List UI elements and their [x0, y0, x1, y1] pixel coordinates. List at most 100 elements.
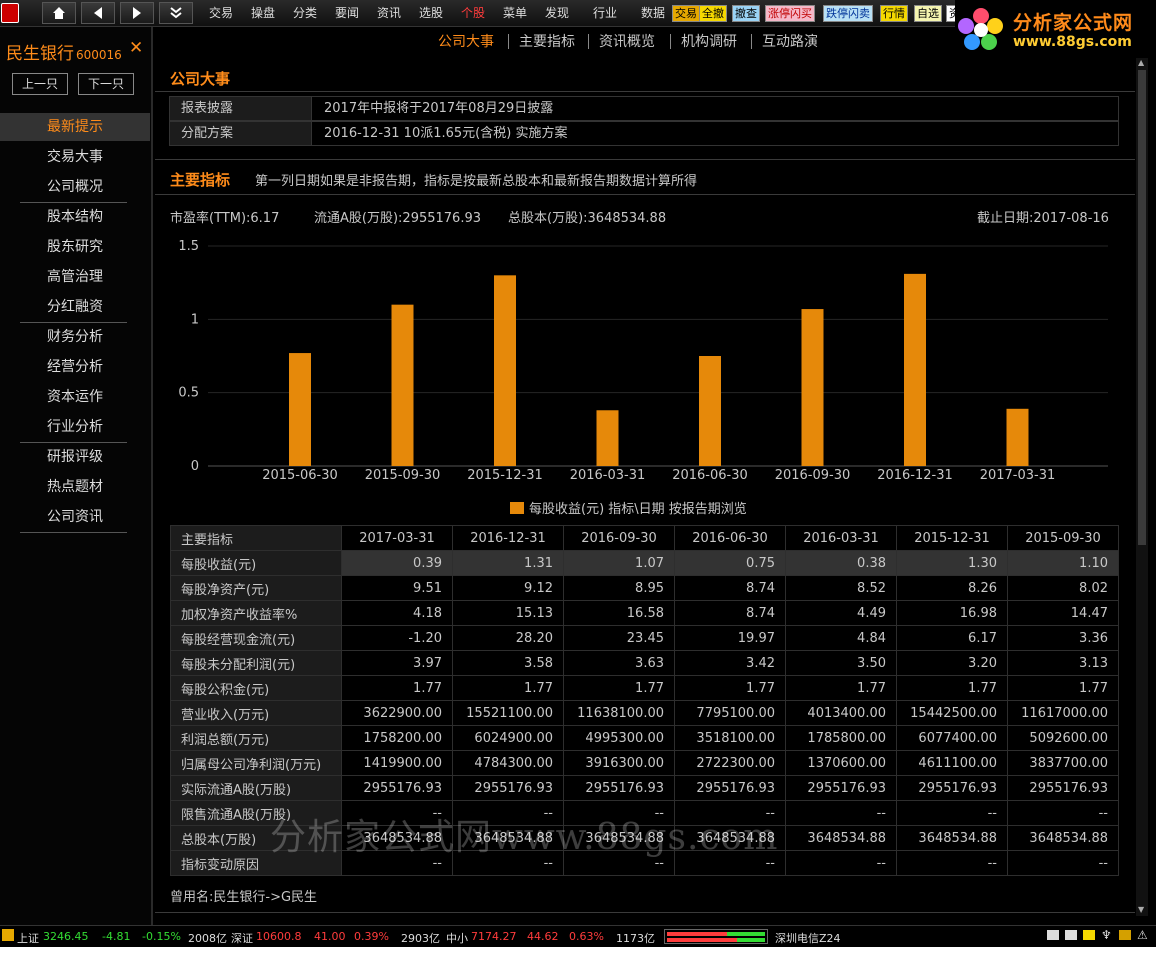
server-name[interactable]: 深圳电信Z24: [775, 930, 841, 946]
lock-icon[interactable]: [1119, 930, 1131, 940]
notes-icon[interactable]: [1047, 930, 1059, 940]
table-column-header[interactable]: 2016-06-30: [674, 525, 786, 551]
top-menu-item[interactable]: 个股: [461, 0, 485, 27]
left-nav-item[interactable]: 股本结构: [0, 203, 150, 231]
home-button[interactable]: [42, 2, 76, 24]
event-row: 报表披露 2017年中报将于2017年08月29日披露: [169, 96, 1119, 121]
left-nav-item[interactable]: 最新提示: [0, 113, 150, 141]
left-nav-item[interactable]: 公司概况: [0, 173, 150, 201]
prev-stock-button[interactable]: 上一只: [12, 73, 68, 95]
table-cell: 1.31: [452, 550, 564, 576]
left-nav-item[interactable]: 分红融资: [0, 293, 150, 321]
chart-bar[interactable]: [596, 410, 619, 466]
tab-separator: [670, 34, 671, 49]
document-icon[interactable]: [1065, 930, 1077, 940]
back-button[interactable]: [81, 2, 115, 24]
table-column-header[interactable]: 2016-12-31: [452, 525, 564, 551]
row-label: 归属母公司净利润(万元): [170, 750, 342, 776]
vertical-scrollbar[interactable]: ▲ ▼: [1136, 56, 1148, 916]
chart-bar[interactable]: [391, 304, 414, 466]
top-menu-item[interactable]: 资讯: [377, 0, 401, 27]
table-cell: --: [896, 850, 1008, 876]
tab-item[interactable]: 主要指标: [519, 31, 575, 51]
top-menu-item[interactable]: 数据: [641, 0, 665, 27]
next-stock-button[interactable]: 下一只: [78, 73, 134, 95]
market-flag-icon[interactable]: [2, 929, 14, 941]
antenna-icon[interactable]: ♆: [1101, 928, 1112, 942]
quick-action-button[interactable]: 全撤: [699, 5, 727, 22]
left-nav-item[interactable]: 热点题材: [0, 473, 150, 501]
table-row[interactable]: 实际流通A股(万股) 2955176.93 2955176.93 2955176.93…: [170, 775, 1119, 801]
left-nav-item[interactable]: 研报评级: [0, 443, 150, 471]
quick-action-button[interactable]: 涨停闪买: [765, 5, 815, 22]
scroll-thumb[interactable]: [1138, 70, 1146, 545]
left-nav-item[interactable]: 财务分析: [0, 323, 150, 351]
left-nav-item[interactable]: 经营分析: [0, 353, 150, 381]
row-label: 利润总额(万元): [170, 725, 342, 751]
chart-bar[interactable]: [699, 356, 721, 466]
table-column-header[interactable]: 2017-03-31: [341, 525, 453, 551]
top-menu-item[interactable]: 行业: [593, 0, 617, 27]
table-row[interactable]: 每股净资产(元) 9.51 9.12 8.95 8.74 8.52 8.26 8.02: [170, 575, 1119, 601]
table-column-header[interactable]: 2016-03-31: [785, 525, 897, 551]
table-row[interactable]: 每股未分配利润(元) 3.97 3.58 3.63 3.42 3.50 3.20 3.13: [170, 650, 1119, 676]
left-nav-item[interactable]: 行业分析: [0, 413, 150, 441]
expand-down-button[interactable]: [159, 2, 193, 24]
center-watermark: 分析家公式网www.88gs.com: [270, 817, 779, 858]
table-row[interactable]: 每股公积金(元) 1.77 1.77 1.77 1.77 1.77 1.77 1.77: [170, 675, 1119, 701]
top-menu-item[interactable]: 菜单: [503, 0, 527, 27]
left-nav-separator: [20, 532, 127, 533]
top-menu-item[interactable]: 发现: [545, 0, 569, 27]
table-row[interactable]: 利润总额(万元) 1758200.00 6024900.00 4995300.00 35…: [170, 725, 1119, 751]
quick-action-button[interactable]: 撤查: [732, 5, 760, 22]
left-nav-item[interactable]: 高管治理: [0, 263, 150, 291]
forward-button[interactable]: [120, 2, 154, 24]
tab-item[interactable]: 资讯概览: [599, 31, 655, 51]
table-column-header[interactable]: 2015-12-31: [896, 525, 1008, 551]
chart-legend[interactable]: 每股收益(元) 指标\日期 按报告期浏览: [510, 498, 747, 517]
left-nav-item[interactable]: 股东研究: [0, 233, 150, 261]
tab-item[interactable]: 公司大事: [438, 31, 494, 51]
tab-item[interactable]: 互动路演: [762, 31, 818, 51]
zx-name[interactable]: 中小: [446, 930, 468, 946]
chart-bar[interactable]: [494, 275, 516, 466]
top-menu-item[interactable]: 选股: [419, 0, 443, 27]
event-value: 2016-12-31 10派1.65元(含税) 实施方案: [324, 126, 568, 141]
left-nav-item[interactable]: 资本运作: [0, 383, 150, 411]
app-logo-icon[interactable]: [1, 3, 19, 23]
left-nav-item[interactable]: 公司资讯: [0, 503, 150, 531]
chart-bar[interactable]: [801, 309, 824, 466]
sh-name[interactable]: 上证: [17, 930, 39, 946]
scroll-down-icon[interactable]: ▼: [1138, 905, 1144, 914]
table-cell: 3.97: [341, 650, 453, 676]
chart-bar[interactable]: [1006, 408, 1029, 466]
quick-action-button[interactable]: 行情: [880, 5, 908, 22]
top-menu-item[interactable]: 分类: [293, 0, 317, 27]
chart-bar[interactable]: [289, 353, 311, 466]
close-icon[interactable]: ✕: [129, 38, 143, 58]
table-row[interactable]: 归属母公司净利润(万元) 1419900.00 4784300.00 3916300.…: [170, 750, 1119, 776]
table-column-header[interactable]: 2015-09-30: [1007, 525, 1119, 551]
tab-item[interactable]: 机构调研: [681, 31, 737, 51]
top-menu-item[interactable]: 要闻: [335, 0, 359, 27]
quick-action-button[interactable]: 交易: [672, 5, 700, 22]
event-row: 分配方案 2016-12-31 10派1.65元(含税) 实施方案: [169, 121, 1119, 146]
top-menu-item[interactable]: 交易: [209, 0, 233, 27]
table-row[interactable]: 加权净资产收益率% 4.18 15.13 16.58 8.74 4.49 16.98 14.4…: [170, 600, 1119, 626]
table-row[interactable]: 每股经营现金流(元) -1.20 28.20 23.45 19.97 4.84 6.17 3.…: [170, 625, 1119, 651]
quick-action-button[interactable]: 自选: [914, 5, 942, 22]
table-cell: 3.58: [452, 650, 564, 676]
table-column-header[interactable]: 2016-09-30: [563, 525, 675, 551]
top-menu-item[interactable]: 操盘: [251, 0, 275, 27]
quick-action-button[interactable]: 跌停闪卖: [823, 5, 873, 22]
sz-name[interactable]: 深证: [231, 930, 253, 946]
scroll-up-icon[interactable]: ▲: [1138, 58, 1144, 67]
table-row[interactable]: 营业收入(万元) 3622900.00 15521100.00 11638100.00…: [170, 700, 1119, 726]
tab-separator: [588, 34, 589, 49]
zx-change: 44.62: [527, 930, 559, 943]
table-row[interactable]: 每股收益(元) 0.39 1.31 1.07 0.75 0.38 1.30 1.10: [170, 550, 1119, 576]
smile-icon[interactable]: [1083, 930, 1095, 940]
left-nav-item[interactable]: 交易大事: [0, 143, 150, 171]
alert-icon[interactable]: ⚠: [1137, 928, 1148, 942]
chart-bar[interactable]: [904, 273, 926, 466]
